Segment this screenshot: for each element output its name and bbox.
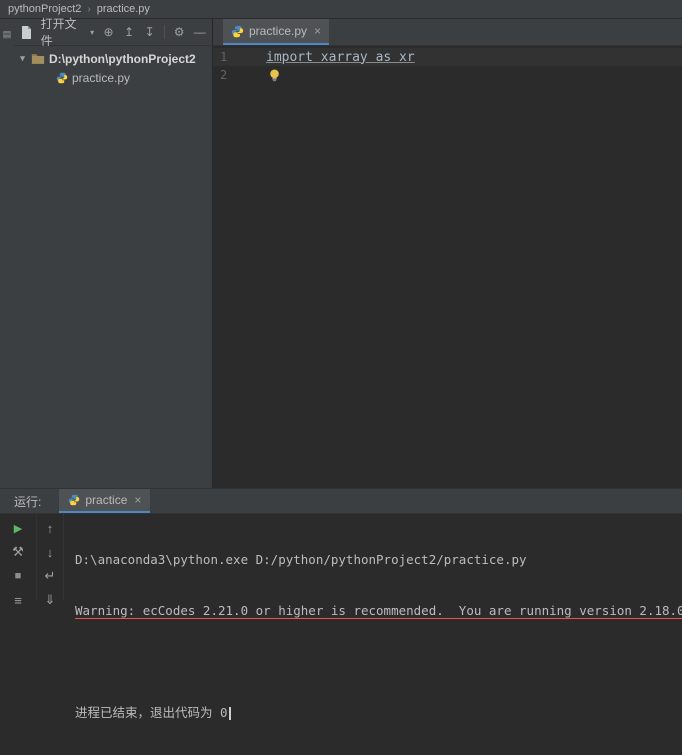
tree-item-project-root[interactable]: ▾ D:\python\pythonProject2 — [14, 49, 212, 68]
console-output[interactable]: D:\anaconda3\python.exe D:/python/python… — [75, 517, 678, 755]
open-file-button[interactable]: 打开文件 ▾ — [39, 15, 97, 49]
project-toolbar: 打开文件 ▾ ⊕ ↥ ↧ ⚙ — — [14, 19, 213, 46]
expand-all-icon[interactable]: ↥ — [121, 23, 138, 41]
rerun-button[interactable]: ▶ — [0, 518, 36, 538]
file-icon — [18, 23, 35, 41]
close-icon[interactable]: × — [134, 493, 141, 507]
chevron-down-icon: ▾ — [90, 28, 94, 37]
run-tab-label: practice — [85, 493, 127, 507]
breadcrumb-separator-icon: › — [87, 4, 90, 15]
up-stacktrace-icon[interactable]: ↑ — [37, 518, 63, 538]
exit-text: 进程已结束，退出代码为 0 — [75, 705, 228, 720]
breadcrumb-file[interactable]: practice.py — [97, 3, 150, 15]
line-number: 1 — [213, 50, 261, 64]
tree-root-label: D:\python\pythonProject2 — [49, 52, 196, 66]
run-tab-practice[interactable]: practice × — [59, 489, 150, 513]
line-number: 2 — [213, 68, 261, 82]
collapse-all-icon[interactable]: ↧ — [141, 23, 158, 41]
console-line-warning: Warning: ecCodes 2.21.0 or higher is rec… — [75, 602, 678, 619]
breadcrumb-project[interactable]: pythonProject2 — [8, 3, 81, 15]
run-panel-title: 运行: — [14, 493, 41, 510]
python-file-icon — [231, 25, 244, 38]
run-panel-body: ▶ ⚒ ■ ≡ ↑ ↓ ↵ ⇓ D:\anaconda3\python.exe … — [0, 514, 682, 600]
warning-text: Warning: ecCodes 2.21.0 or higher is rec… — [75, 603, 682, 619]
python-file-icon — [56, 72, 68, 84]
soft-wrap-icon[interactable]: ↵ — [37, 566, 63, 586]
scroll-to-end-icon[interactable]: ⇓ — [37, 590, 63, 610]
breadcrumb: pythonProject2 › practice.py — [0, 0, 682, 19]
editor-tab-bar: practice.py × — [213, 19, 682, 46]
run-toolbar-secondary: ↑ ↓ ↵ ⇓ — [37, 514, 64, 600]
python-file-icon — [68, 494, 80, 506]
code-text: import xarray as xr — [261, 50, 415, 65]
lightbulb-intention-icon[interactable] — [269, 69, 280, 82]
locate-file-icon[interactable]: ⊕ — [100, 23, 117, 41]
toolbar-separator — [164, 25, 165, 39]
tool-window-stripe: ▤ — [0, 19, 14, 488]
wrench-settings-icon[interactable]: ⚒ — [0, 542, 36, 562]
editor-line-2[interactable]: 2 — [213, 66, 682, 84]
open-file-label: 打开文件 — [41, 15, 88, 49]
stop-button[interactable]: ■ — [0, 566, 36, 586]
project-tool-window-icon[interactable]: ▤ — [0, 26, 14, 42]
settings-gear-icon[interactable]: ⚙ — [171, 23, 188, 41]
project-panel: ▾ D:\python\pythonProject2 practice.py — [14, 46, 213, 488]
tree-item-practice-py[interactable]: practice.py — [14, 68, 212, 87]
hide-panel-icon[interactable]: — — [191, 23, 208, 41]
chevron-down-icon[interactable]: ▾ — [18, 53, 27, 64]
run-toolbar-primary: ▶ ⚒ ■ ≡ — [0, 514, 37, 600]
folder-icon — [31, 53, 45, 65]
down-stacktrace-icon[interactable]: ↓ — [37, 542, 63, 562]
editor-tab-label: practice.py — [249, 24, 307, 38]
run-panel-header: 运行: practice × — [0, 488, 682, 514]
text-caret — [229, 707, 231, 720]
console-line-command: D:\anaconda3\python.exe D:/python/python… — [75, 551, 678, 568]
editor-line-1[interactable]: 1 import xarray as xr — [213, 48, 682, 66]
close-icon[interactable]: × — [314, 24, 321, 38]
console-line-exit: 进程已结束，退出代码为 0 — [75, 704, 678, 721]
tree-child-label: practice.py — [72, 71, 130, 85]
code-editor[interactable]: 1 import xarray as xr 2 — [213, 46, 682, 488]
console-line-blank — [75, 653, 678, 670]
restore-layout-icon[interactable]: ≡ — [0, 590, 36, 610]
editor-tab-practice[interactable]: practice.py × — [223, 19, 329, 45]
